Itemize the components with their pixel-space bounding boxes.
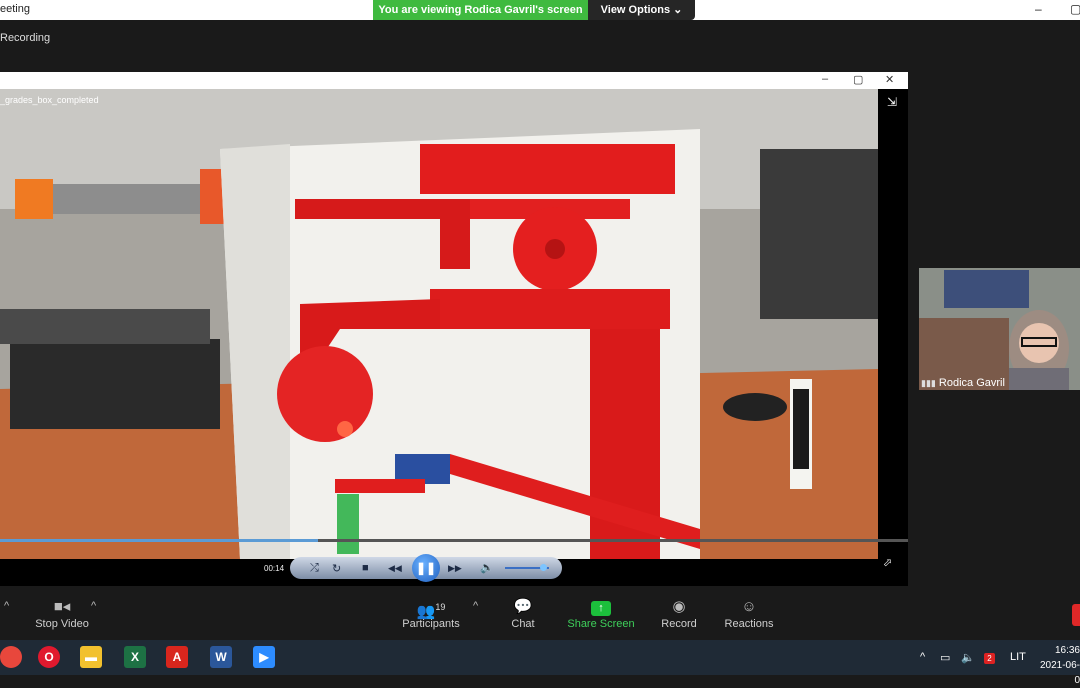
viewing-screen-label: You are viewing Rodica Gavril's screen xyxy=(373,0,588,20)
taskbar-chrome-icon[interactable] xyxy=(0,646,22,668)
stop-video-button[interactable]: ■◂ Stop Video xyxy=(30,596,94,630)
taskbar-excel-icon[interactable]: X xyxy=(124,646,146,668)
clock-time: 16:36 xyxy=(1054,645,1080,656)
clock-date: 2021-06-0 xyxy=(1039,660,1080,686)
reactions-button[interactable]: ☺ Reactions xyxy=(722,596,776,630)
video-camera-icon: ■◂ xyxy=(53,598,71,615)
player-minimize-button[interactable]: – xyxy=(822,73,828,85)
video-options-caret-icon[interactable]: ^ xyxy=(91,600,96,612)
reactions-label: Reactions xyxy=(724,618,774,630)
participants-button[interactable]: 👥19 Participants xyxy=(398,596,464,630)
player-corner-icon[interactable]: ⬀ xyxy=(883,556,892,569)
share-screen-button[interactable]: ↑ Share Screen xyxy=(566,596,636,630)
taskbar-opera-icon[interactable]: O xyxy=(38,646,60,668)
fullscreen-icon[interactable]: ⇲ xyxy=(887,95,897,109)
seek-bar[interactable] xyxy=(0,539,908,542)
participants-count: 19 xyxy=(435,602,446,612)
speaker-icon[interactable]: 🔈 xyxy=(961,651,975,664)
tray-caret-icon[interactable]: ^ xyxy=(920,651,925,663)
shuffle-icon[interactable]: ⤮ xyxy=(310,562,319,575)
participant-name-label: ▮▮▮ Rodica Gavril xyxy=(921,377,1005,389)
participant-name: Rodica Gavril xyxy=(938,377,1005,389)
playback-time: 00:14 xyxy=(264,564,285,573)
window-title: eeting xyxy=(0,3,30,15)
reactions-icon: ☺ xyxy=(741,598,757,615)
video-frame xyxy=(0,89,878,559)
video-scene-illustration xyxy=(0,89,878,559)
stop-button[interactable]: ■ xyxy=(362,562,369,574)
windows-taskbar xyxy=(0,640,1080,675)
taskbar-file-explorer-icon[interactable]: ▬ xyxy=(80,646,102,668)
participants-label: Participants xyxy=(402,618,460,630)
notification-badge[interactable]: 2 xyxy=(984,653,995,664)
window-restore-button[interactable]: ▢ xyxy=(1070,2,1080,16)
previous-button[interactable]: ◀◀ xyxy=(388,563,402,574)
chat-icon: 💬 xyxy=(513,598,533,615)
media-player-window: – ▢ ✕ _grades_box_completed ⇲ ⬀ xyxy=(0,72,908,586)
participant-video-tile[interactable] xyxy=(919,268,1080,390)
taskbar-clock[interactable]: 16:36 2021-06-0 xyxy=(1038,643,1080,688)
participants-options-caret-icon[interactable]: ^ xyxy=(473,600,478,612)
stop-video-label: Stop Video xyxy=(35,618,89,630)
battery-icon[interactable]: ▭ xyxy=(940,651,950,664)
end-meeting-button[interactable] xyxy=(1072,604,1080,626)
signal-strength-icon: ▮▮▮ xyxy=(921,378,936,388)
window-minimize-button[interactable]: – xyxy=(1035,2,1042,16)
repeat-icon[interactable]: ↻ xyxy=(332,562,341,575)
record-button[interactable]: ◉ Record xyxy=(658,596,700,630)
audio-options-caret-icon[interactable]: ^ xyxy=(4,600,9,612)
taskbar-acrobat-icon[interactable]: A xyxy=(166,646,188,668)
chat-label: Chat xyxy=(511,618,535,630)
pause-button[interactable]: ❚❚ xyxy=(412,554,440,582)
player-close-button[interactable]: ✕ xyxy=(885,73,894,86)
taskbar-word-icon[interactable]: W xyxy=(210,646,232,668)
player-title-bar: – ▢ ✕ xyxy=(0,72,908,89)
share-screen-icon: ↑ xyxy=(566,596,636,618)
view-options-button[interactable]: View Options ⌄ xyxy=(588,0,695,20)
participant-video-frame xyxy=(919,268,1080,390)
chat-button[interactable]: 💬 Chat xyxy=(503,596,543,630)
share-screen-label: Share Screen xyxy=(567,618,635,630)
seek-bar-progress xyxy=(0,539,318,542)
volume-icon[interactable]: 🔈 xyxy=(480,561,494,574)
language-indicator[interactable]: LIT xyxy=(1010,651,1026,663)
record-icon: ◉ xyxy=(672,598,686,615)
next-button[interactable]: ▶▶ xyxy=(448,563,462,574)
recording-indicator: Recording xyxy=(0,32,51,44)
video-filename: _grades_box_completed xyxy=(0,95,99,105)
share-banner: You are viewing Rodica Gavril's screen V… xyxy=(373,0,695,20)
volume-slider[interactable] xyxy=(505,564,549,571)
taskbar-zoom-icon[interactable]: ▶ xyxy=(253,646,275,668)
participants-icon: 👥19 xyxy=(416,602,446,620)
player-maximize-button[interactable]: ▢ xyxy=(853,73,863,86)
record-label: Record xyxy=(661,618,697,630)
